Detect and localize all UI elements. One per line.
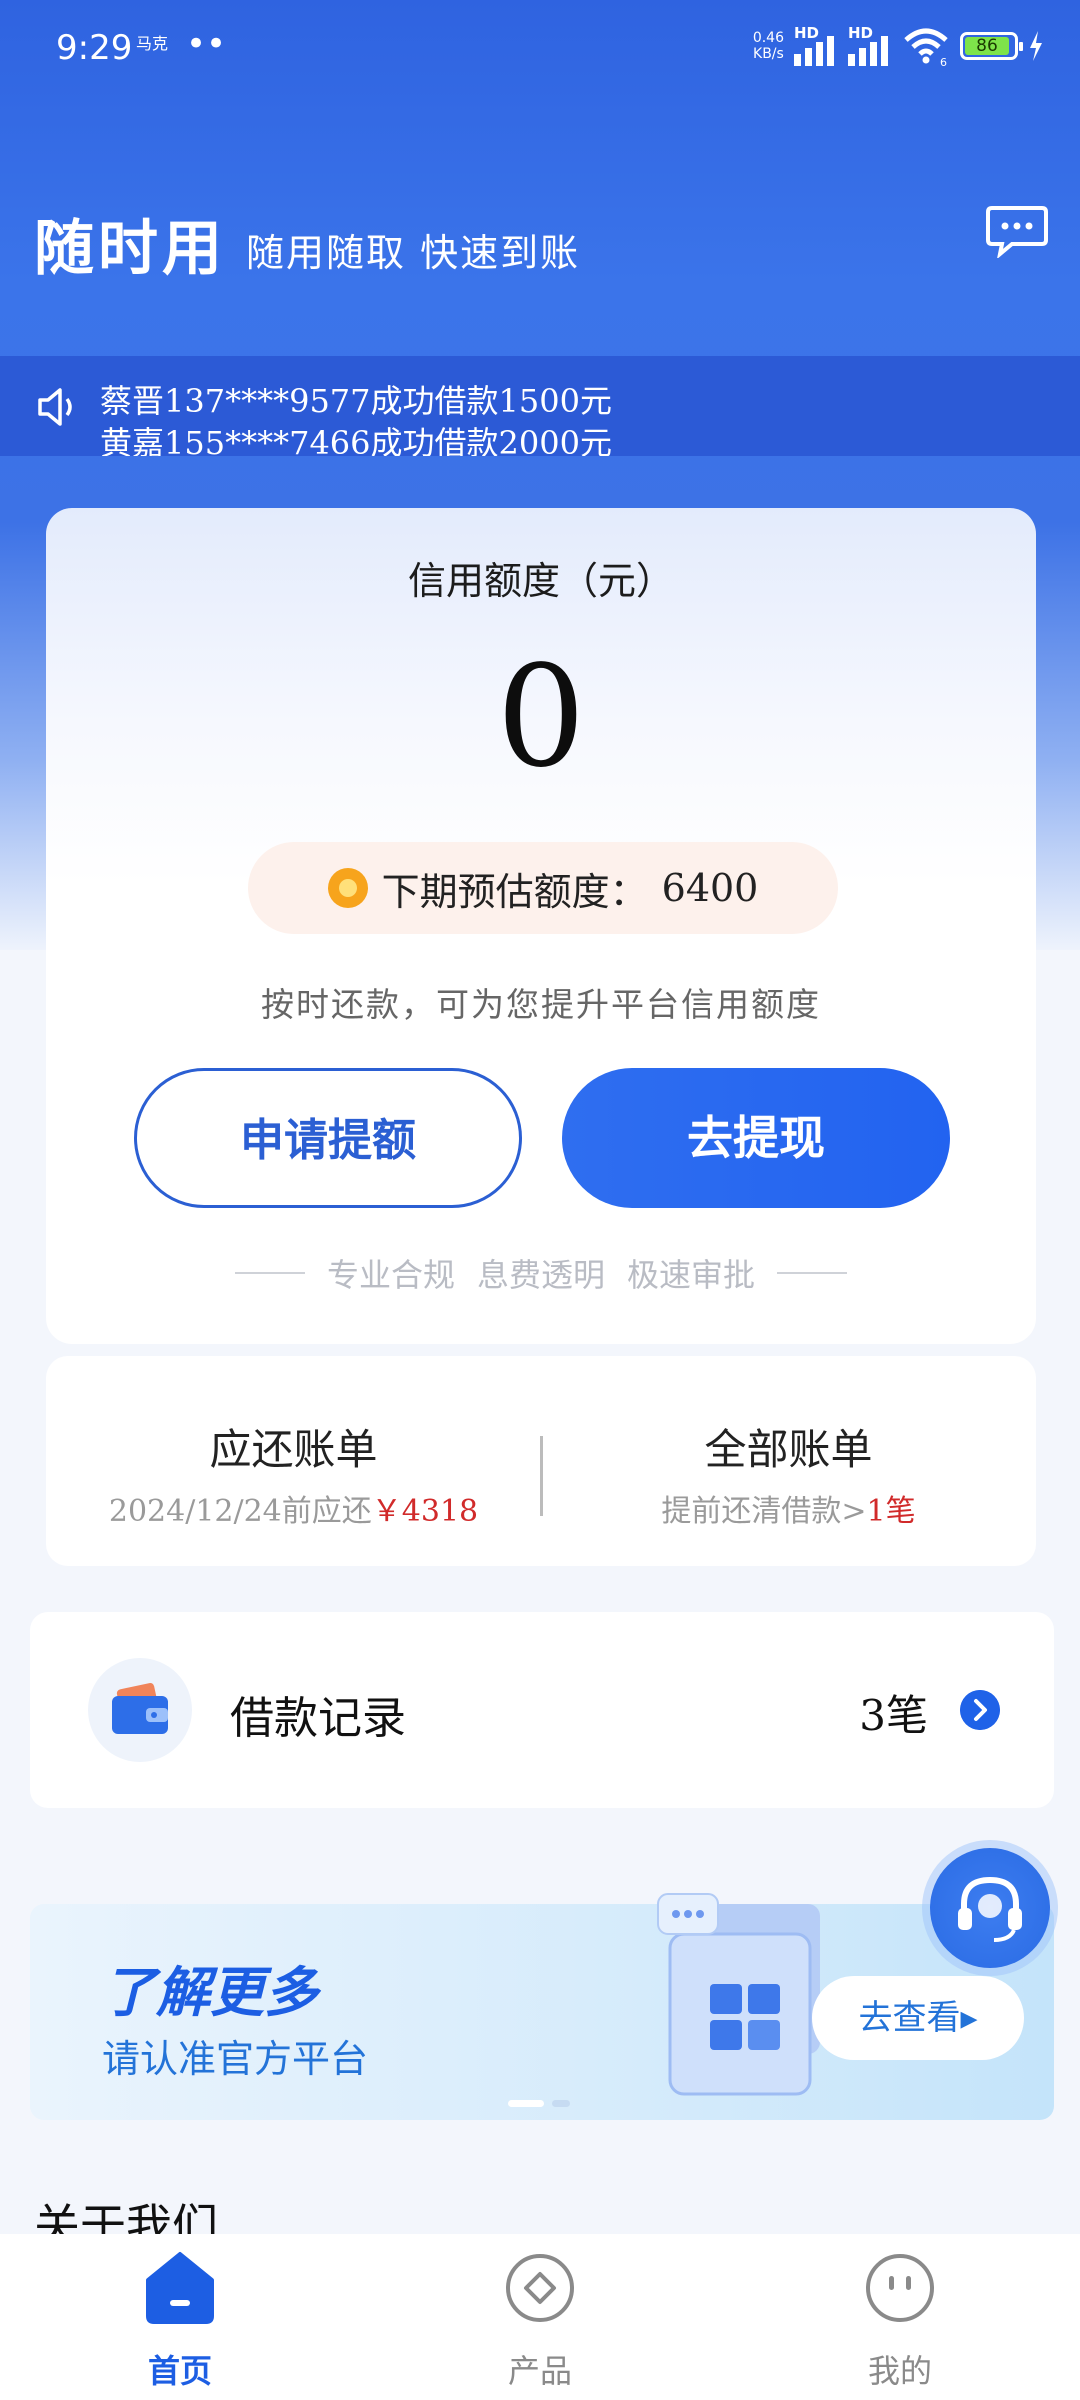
divider xyxy=(777,1272,848,1274)
all-bills[interactable]: 全部账单 提前还清借款>1笔 xyxy=(541,1356,1036,1566)
loan-records-row[interactable]: 借款记录 3笔 xyxy=(30,1612,1054,1808)
view-button[interactable]: 去查看▸ xyxy=(812,1976,1024,2060)
due-amount: ￥4318 xyxy=(371,1494,479,1529)
carousel-dot-active xyxy=(508,2100,544,2107)
all-bills-detail: 提前还清借款>1笔 xyxy=(661,1494,916,1529)
status-bar: 9:29 马克 •• 0.46 KB/s HD HD 6 86 xyxy=(0,0,1080,100)
message-icon[interactable] xyxy=(986,204,1048,258)
chevron-right-icon xyxy=(960,1690,1000,1730)
carousel-dot xyxy=(552,2100,570,2107)
notice-text: 蔡晋137****9577成功借款1500元 xyxy=(100,382,612,420)
loan-records-count: 3笔 xyxy=(859,1691,928,1740)
app-title: 随时用 xyxy=(34,214,226,284)
notice-ticker: 蔡晋137****9577成功借款1500元 黄嘉155****7466成功借款… xyxy=(0,356,1080,456)
status-time: 9:29 xyxy=(56,28,133,68)
bottom-tab-bar: 首页 产品 我的 xyxy=(0,2234,1080,2400)
all-bills-title: 全部账单 xyxy=(704,1425,873,1474)
tab-mine[interactable]: 我的 xyxy=(720,2234,1080,2400)
all-bills-count: 1笔 xyxy=(866,1494,916,1529)
speaker-icon xyxy=(38,388,72,426)
svg-text:6: 6 xyxy=(940,56,947,66)
product-icon xyxy=(506,2254,574,2322)
battery-icon: 86 xyxy=(960,32,1023,60)
signal-icon-2: HD xyxy=(848,24,892,66)
network-speed: 0.46 KB/s xyxy=(752,30,784,62)
tab-home[interactable]: 首页 xyxy=(0,2234,360,2400)
charging-icon xyxy=(1030,31,1042,61)
loan-records-title: 借款记录 xyxy=(230,1693,406,1744)
banner-subtitle: 请认准官方平台 xyxy=(102,2037,369,2081)
wifi-icon: 6 xyxy=(904,28,948,66)
due-bill-detail: 2024/12/24前应还￥4318 xyxy=(108,1494,479,1529)
banner-title: 了解更多 xyxy=(102,1961,318,2024)
slogan-item: 极速审批 xyxy=(627,1256,756,1294)
notification-icon: 马克 xyxy=(136,34,169,53)
coin-icon xyxy=(327,868,368,908)
slogan: 专业合规 息费透明 极速审批 xyxy=(46,1250,1036,1296)
tab-label: 产品 xyxy=(507,2352,572,2390)
credit-hint: 按时还款，可为您提升平台信用额度 xyxy=(261,985,821,1024)
estimate-pill: 下期预估额度： 6400 xyxy=(248,842,838,934)
learn-more-banner[interactable]: 了解更多 请认准官方平台 去查看▸ xyxy=(30,1893,1054,2120)
credit-label: 信用额度（元） xyxy=(407,559,674,603)
bills-card: 应还账单 2024/12/24前应还￥4318 全部账单 提前还清借款>1笔 xyxy=(46,1356,1036,1566)
carousel-dots xyxy=(508,2100,570,2107)
withdraw-button[interactable]: 去提现 xyxy=(562,1068,950,1208)
more-notifications-icon: •• xyxy=(186,24,227,64)
due-bill-title: 应还账单 xyxy=(209,1425,378,1474)
credit-card: 信用额度（元） 0 下期预估额度： 6400 按时还款，可为您提升平台信用额度 … xyxy=(46,508,1036,1344)
app-subtitle: 随用随取 快速到账 xyxy=(246,231,581,275)
profile-icon xyxy=(866,2254,934,2322)
headset-icon xyxy=(958,1876,1022,1942)
tab-label: 我的 xyxy=(867,2352,932,2390)
home-icon xyxy=(146,2252,214,2324)
divider xyxy=(234,1272,305,1274)
notice-text: 黄嘉155****7466成功借款2000元 xyxy=(100,424,612,456)
estimate-label: 下期预估额度： xyxy=(381,869,648,914)
app-window-illustration xyxy=(657,1893,820,2096)
tab-products[interactable]: 产品 xyxy=(360,2234,720,2400)
wallet-icon xyxy=(88,1658,192,1762)
estimate-value: 6400 xyxy=(661,866,759,910)
slogan-item: 专业合规 xyxy=(326,1256,455,1294)
credit-value: 0 xyxy=(496,636,586,799)
tab-label: 首页 xyxy=(147,2352,212,2390)
customer-service-button[interactable] xyxy=(930,1848,1050,1968)
due-bill[interactable]: 应还账单 2024/12/24前应还￥4318 xyxy=(46,1356,541,1566)
apply-increase-button[interactable]: 申请提额 xyxy=(134,1068,522,1208)
signal-icon: HD xyxy=(794,24,838,66)
slogan-item: 息费透明 xyxy=(476,1256,605,1294)
